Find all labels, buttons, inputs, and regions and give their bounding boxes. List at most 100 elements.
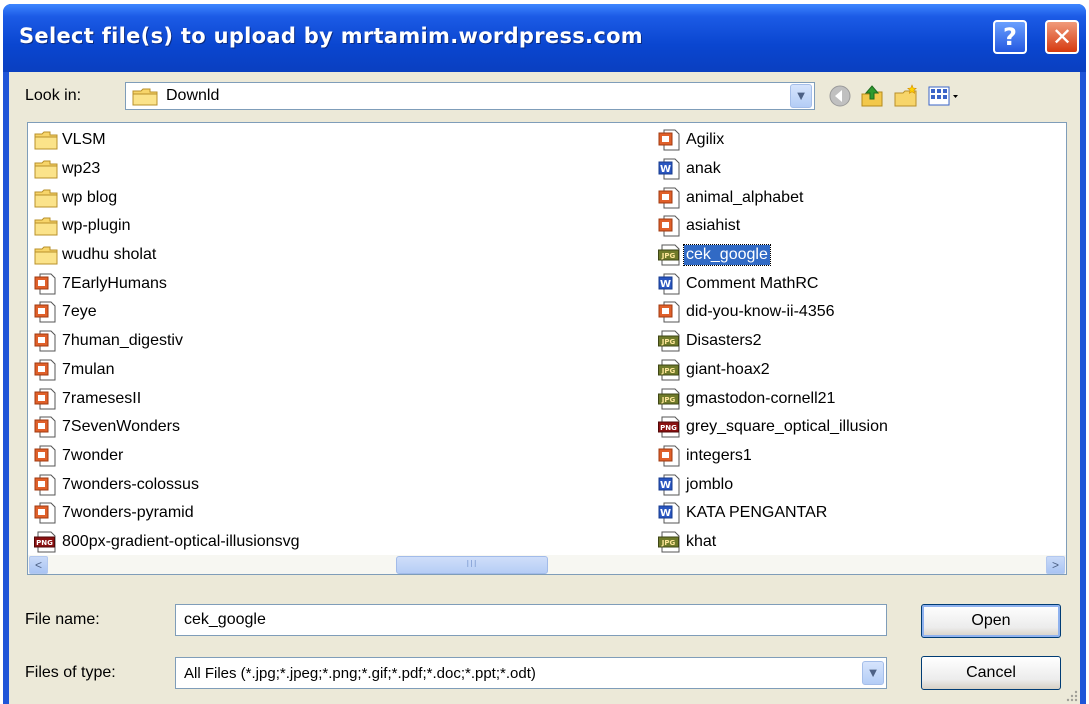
file-item-label: 7wonders-pyramid [62, 504, 194, 522]
filetype-value: All Files (*.jpg;*.jpeg;*.png;*.gif;*.pd… [184, 665, 536, 682]
folder-item[interactable]: wp23 [34, 155, 301, 184]
svg-text:PNG: PNG [36, 539, 53, 547]
file-item-label: wp-plugin [62, 217, 131, 235]
lookin-combobox[interactable]: Downld ▼ [125, 82, 815, 110]
file-item-label: 7wonders-colossus [62, 475, 199, 493]
file-item[interactable]: did-you-know-ii-4356 [658, 298, 890, 327]
new-folder-icon[interactable] [893, 84, 919, 108]
jpg-file-icon: JPG [658, 244, 680, 266]
file-item-label: khat [686, 532, 717, 550]
file-item-label: 7mulan [62, 360, 115, 378]
file-item[interactable]: 7wonders-colossus [34, 470, 301, 499]
svg-text:JPG: JPG [661, 252, 676, 260]
window-title: Select file(s) to upload by mrtamim.word… [19, 24, 643, 48]
filetype-label: Files of type: [25, 664, 116, 681]
filename-label: File name: [25, 611, 100, 628]
file-item[interactable]: W KATA PENGANTAR [658, 499, 890, 528]
file-item-label: Disasters2 [686, 332, 762, 350]
file-item-label: 800px-gradient-optical-illusionsvg [62, 532, 300, 550]
png-file-icon: PNG [34, 531, 56, 553]
open-button[interactable]: Open [921, 604, 1061, 638]
folder-item[interactable]: VLSM [34, 126, 301, 155]
filename-input[interactable]: cek_google [175, 604, 887, 636]
file-item[interactable]: JPG Disasters2 [658, 327, 890, 356]
file-item[interactable]: 7wonders-pyramid [34, 499, 301, 528]
folder-icon [34, 246, 58, 265]
file-item-label: 7eye [62, 303, 97, 321]
file-item[interactable]: PNG grey_square_optical_illusion [658, 413, 890, 442]
word-file-icon: W [658, 474, 680, 496]
word-file-icon: W [658, 502, 680, 524]
dialog-body: Look in: Downld ▼ VLSM wp23 wp blog wp-p… [9, 72, 1080, 704]
powerpoint-file-icon [34, 416, 56, 438]
file-item-label: anak [686, 160, 721, 178]
file-item[interactable]: 7human_digestiv [34, 327, 301, 356]
svg-text:W: W [660, 279, 671, 290]
file-item[interactable]: 7SevenWonders [34, 413, 301, 442]
close-button[interactable]: ✕ [1045, 20, 1079, 54]
file-item[interactable]: 7eye [34, 298, 301, 327]
file-item[interactable]: 7EarlyHumans [34, 269, 301, 298]
back-icon[interactable] [827, 84, 853, 108]
resize-grip-icon[interactable] [1064, 688, 1078, 702]
file-item[interactable]: asiahist [658, 212, 890, 241]
scroll-right-arrow-icon[interactable]: > [1046, 556, 1065, 574]
file-item[interactable]: JPG gmastodon-cornell21 [658, 384, 890, 413]
word-file-icon: W [658, 273, 680, 295]
powerpoint-file-icon [658, 301, 680, 323]
file-item-label: 7SevenWonders [62, 418, 180, 436]
powerpoint-file-icon [658, 445, 680, 467]
file-item-label: did-you-know-ii-4356 [686, 303, 835, 321]
file-item[interactable]: JPG khat [658, 528, 890, 557]
file-item[interactable]: PNG 800px-gradient-optical-illusionsvg [34, 528, 301, 557]
file-item-label: giant-hoax2 [686, 360, 770, 378]
png-file-icon: PNG [658, 416, 680, 438]
svg-text:JPG: JPG [661, 367, 676, 375]
file-item[interactable]: Wjomblo [658, 470, 890, 499]
title-bar[interactable]: Select file(s) to upload by mrtamim.word… [3, 4, 1086, 72]
file-list[interactable]: VLSM wp23 wp blog wp-plugin wudhu sholat 7Ear… [27, 122, 1067, 575]
svg-text:W: W [660, 164, 671, 175]
folder-icon [34, 160, 58, 179]
folder-item[interactable]: wudhu sholat [34, 241, 301, 270]
chevron-down-icon[interactable]: ▼ [790, 84, 812, 108]
file-list-column-2: Agilix Wanak animal_alphabet asiahist JPG cek… [658, 126, 890, 556]
file-item-label: KATA PENGANTAR [686, 504, 828, 522]
file-item[interactable]: integers1 [658, 442, 890, 471]
file-item[interactable]: 7wonder [34, 442, 301, 471]
file-item[interactable]: JPG giant-hoax2 [658, 356, 890, 385]
file-item[interactable]: 7mulan [34, 356, 301, 385]
filetype-select[interactable]: All Files (*.jpg;*.jpeg;*.png;*.gif;*.pd… [175, 657, 887, 689]
file-item[interactable]: JPG cek_google [658, 241, 890, 270]
filetype-chevron-down-icon[interactable]: ▼ [862, 661, 884, 685]
folder-item[interactable]: wp-plugin [34, 212, 301, 241]
folder-item[interactable]: wp blog [34, 183, 301, 212]
up-folder-icon[interactable] [859, 84, 885, 108]
file-item-label: 7EarlyHumans [62, 274, 167, 292]
file-item-label: animal_alphabet [686, 188, 804, 206]
file-item[interactable]: animal_alphabet [658, 183, 890, 212]
horizontal-scrollbar[interactable]: < III > [28, 555, 1066, 574]
file-item[interactable]: Wanak [658, 155, 890, 184]
scroll-thumb[interactable]: III [396, 556, 548, 574]
file-item-label: Agilix [686, 131, 725, 149]
file-item-label: Comment MathRC [686, 274, 819, 292]
lookin-label: Look in: [25, 87, 82, 104]
jpg-file-icon: JPG [658, 531, 680, 553]
file-item[interactable]: W Comment MathRC [658, 269, 890, 298]
file-item[interactable]: Agilix [658, 126, 890, 155]
view-menu-icon[interactable] [927, 84, 963, 108]
file-item-label: cek_google [683, 244, 771, 267]
file-dialog-window: Select file(s) to upload by mrtamim.word… [3, 4, 1086, 704]
scroll-left-arrow-icon[interactable]: < [29, 556, 48, 574]
powerpoint-file-icon [658, 215, 680, 237]
file-item-label: asiahist [686, 217, 741, 235]
file-item[interactable]: 7ramesesII [34, 384, 301, 413]
svg-text:JPG: JPG [661, 338, 676, 346]
file-item-label: VLSM [62, 131, 106, 149]
help-button[interactable]: ? [993, 20, 1027, 54]
cancel-button[interactable]: Cancel [921, 656, 1061, 690]
powerpoint-file-icon [34, 388, 56, 410]
file-item-label: 7human_digestiv [62, 332, 183, 350]
file-item-label: gmastodon-cornell21 [686, 389, 836, 407]
